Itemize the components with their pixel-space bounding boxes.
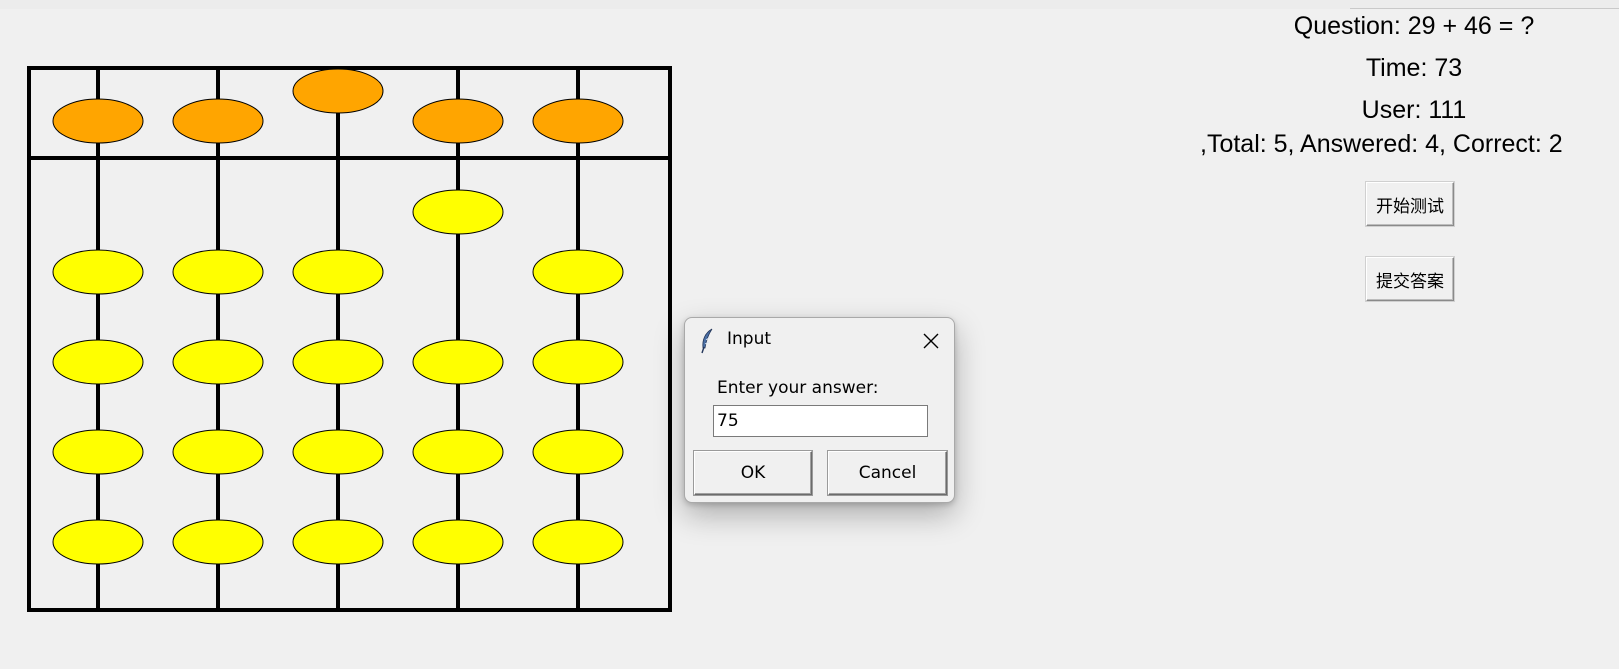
earth-bead xyxy=(52,429,144,475)
start-test-button[interactable]: 开始测试 xyxy=(1366,182,1454,226)
user-label: User: 111 xyxy=(1361,96,1467,124)
earth-bead xyxy=(172,339,264,385)
submit-answer-button[interactable]: 提交答案 xyxy=(1366,257,1454,301)
window-top-divider xyxy=(1350,8,1619,9)
earth-bead xyxy=(292,519,384,565)
question-label: Question: 29 + 46 = ? xyxy=(1293,12,1535,40)
heaven-bead xyxy=(172,98,264,144)
earth-bead xyxy=(172,519,264,565)
earth-bead xyxy=(412,339,504,385)
cancel-button[interactable]: Cancel xyxy=(828,451,947,495)
heaven-bead xyxy=(532,98,624,144)
time-label: Time: 73 xyxy=(1365,54,1463,82)
input-dialog: Input Enter your answer: OK Cancel xyxy=(684,317,955,503)
dialog-titlebar[interactable]: Input xyxy=(685,318,954,362)
earth-bead xyxy=(412,429,504,475)
feather-icon xyxy=(701,328,713,354)
earth-bead xyxy=(52,519,144,565)
earth-bead xyxy=(412,519,504,565)
earth-bead xyxy=(532,519,624,565)
app-window: Question: 29 + 46 = ? Time: 73 User: 111… xyxy=(0,0,1619,669)
heaven-bead xyxy=(52,98,144,144)
earth-bead xyxy=(172,249,264,295)
dialog-close-button[interactable] xyxy=(917,327,945,355)
earth-bead xyxy=(412,189,504,235)
close-icon xyxy=(923,333,939,349)
earth-bead xyxy=(292,429,384,475)
earth-bead xyxy=(532,249,624,295)
earth-bead xyxy=(172,429,264,475)
earth-bead xyxy=(532,339,624,385)
stats-label: ,Total: 5, Answered: 4, Correct: 2 xyxy=(1200,130,1563,158)
dialog-prompt: Enter your answer: xyxy=(717,378,879,398)
ok-button[interactable]: OK xyxy=(694,451,812,495)
earth-bead xyxy=(52,339,144,385)
earth-bead xyxy=(292,339,384,385)
abacus-canvas xyxy=(27,66,672,612)
heaven-bead xyxy=(412,98,504,144)
earth-bead xyxy=(52,249,144,295)
earth-bead xyxy=(292,249,384,295)
heaven-bead xyxy=(292,68,384,114)
earth-bead xyxy=(532,429,624,475)
answer-input[interactable] xyxy=(713,405,928,437)
dialog-title: Input xyxy=(727,329,772,349)
